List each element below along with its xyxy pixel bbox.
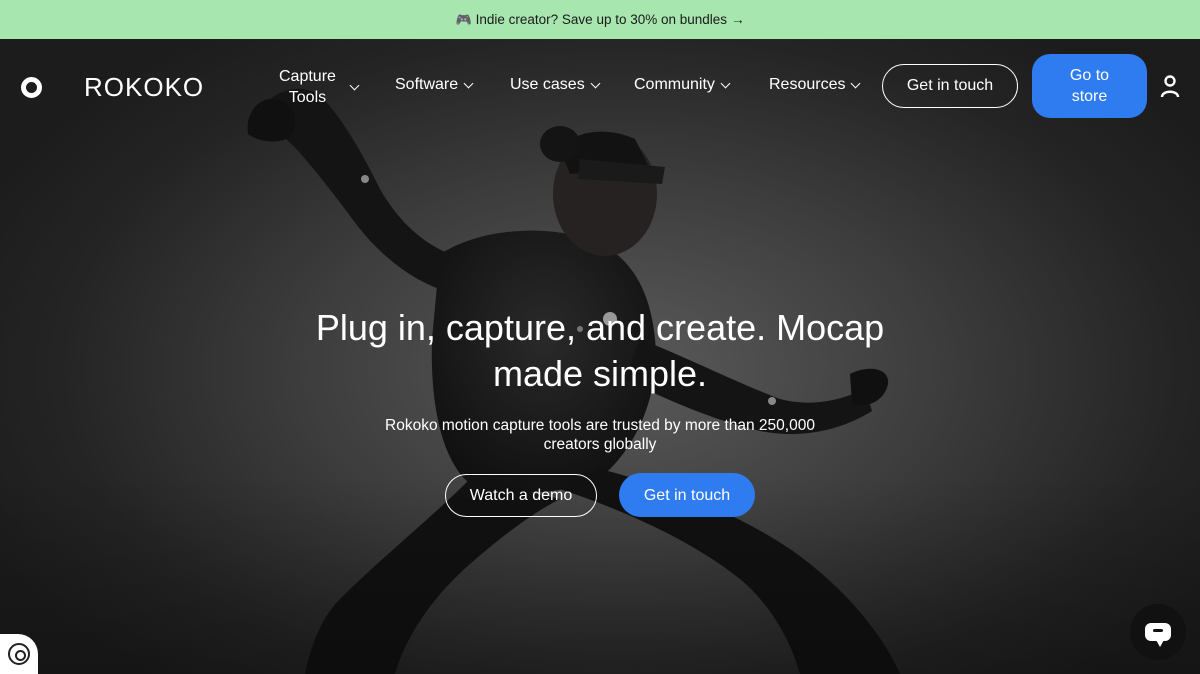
nav-resources[interactable]: Resources <box>769 76 861 94</box>
go-to-store-label: Go to store <box>1070 65 1109 107</box>
nav-use-cases[interactable]: Use cases <box>510 76 601 94</box>
hero-get-in-touch-button[interactable]: Get in touch <box>619 473 755 517</box>
chat-icon <box>1145 623 1171 647</box>
nav-capture-tools-label: Capture Tools <box>279 66 336 108</box>
cookie-settings-button[interactable] <box>0 634 38 674</box>
cookie-icon <box>8 643 30 665</box>
nav-community[interactable]: Community <box>634 76 731 94</box>
hero-subtext: Rokoko motion capture tools are trusted … <box>330 416 870 454</box>
chevron-down-icon <box>590 78 601 88</box>
promo-banner[interactable]: 🎮 Indie creator? Save up to 30% on bundl… <box>0 0 1200 39</box>
nav-capture-tools-line1: Capture <box>279 68 336 85</box>
store-line2: store <box>1071 88 1108 105</box>
hero-headline: Plug in, capture, and create. Mocap made… <box>250 305 950 397</box>
gamepad-icon: 🎮 <box>455 11 472 27</box>
nav-get-in-touch-label: Get in touch <box>906 77 994 94</box>
hero-headline-line2: made simple. <box>492 353 708 394</box>
hero-subtext-line1: Rokoko motion capture tools are trusted … <box>385 417 815 434</box>
chevron-down-icon <box>851 78 861 88</box>
nav-software-label: Software <box>395 76 459 93</box>
arrow-right-icon: → <box>731 12 745 27</box>
nav-use-cases-label: Use cases <box>510 76 585 93</box>
nav-capture-tools[interactable]: Capture Tools <box>279 66 360 108</box>
store-line1: Go to <box>1069 67 1110 84</box>
nav-resources-label: Resources <box>769 76 846 93</box>
nav-community-label: Community <box>634 76 715 93</box>
hero-get-in-touch-label: Get in touch <box>643 486 731 504</box>
hero-headline-line1: Plug in, capture, and create. Mocap <box>315 307 885 348</box>
user-account-icon[interactable] <box>1160 75 1180 99</box>
watch-demo-label: Watch a demo <box>469 486 573 504</box>
go-to-store-button[interactable]: Go to store <box>1032 54 1147 118</box>
nav-software[interactable]: Software <box>395 76 474 94</box>
chevron-down-icon <box>349 80 360 90</box>
chat-widget-button[interactable] <box>1130 604 1186 660</box>
promo-text: Indie creator? Save up to 30% on bundles <box>475 12 728 27</box>
hero-floor-shade <box>0 474 1200 674</box>
nav-get-in-touch-button[interactable]: Get in touch <box>882 64 1018 108</box>
logo-wordmark[interactable]: ROKOKO <box>84 72 204 103</box>
chevron-down-icon <box>720 78 731 88</box>
nav-capture-tools-line2: Tools <box>288 89 327 106</box>
watch-demo-button[interactable]: Watch a demo <box>445 474 597 517</box>
chevron-down-icon <box>463 78 474 88</box>
hero-subtext-line2: creators globally <box>543 436 657 453</box>
rokoko-logo-icon[interactable] <box>21 77 42 98</box>
